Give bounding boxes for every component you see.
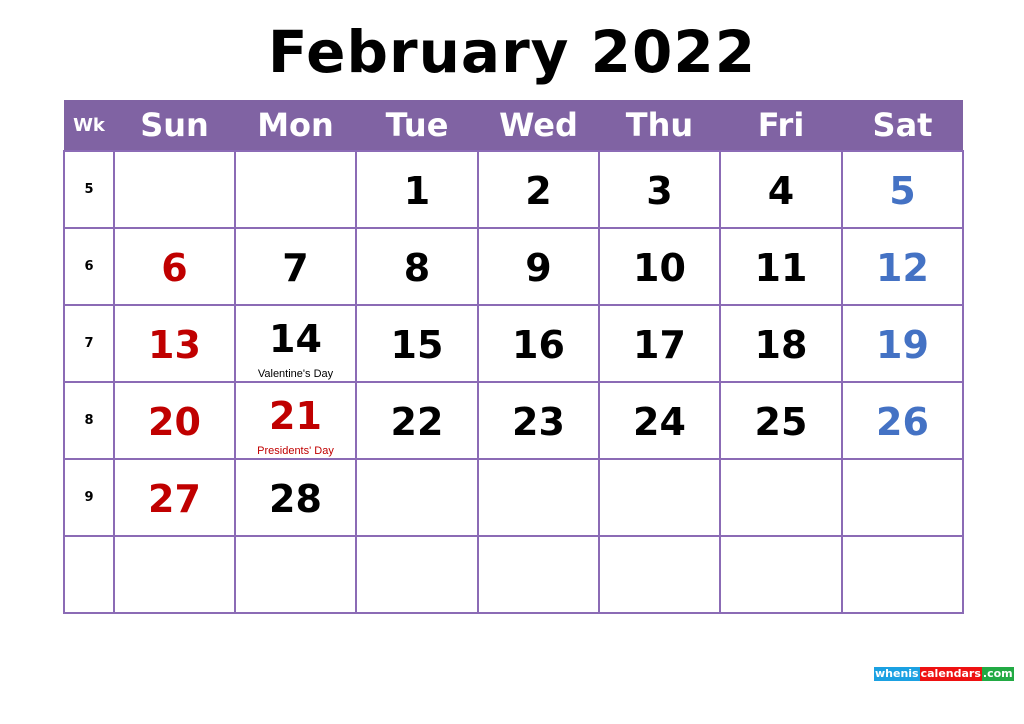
day-number: 3 (646, 169, 673, 213)
day-number: 16 (512, 323, 565, 367)
week-row: 9 27 28 (63, 458, 964, 537)
day-number: 25 (754, 400, 808, 444)
day-number: 21 (269, 394, 322, 438)
day-number: 12 (876, 246, 929, 290)
day-cell[interactable]: 9 (477, 227, 600, 306)
logo-part-calendars: calendars (919, 667, 982, 681)
holiday-label: Valentine's Day (257, 368, 334, 380)
day-cell[interactable]: 25 (719, 381, 843, 460)
day-number: 22 (390, 400, 444, 444)
site-logo[interactable]: whenis calendars .com (874, 667, 1014, 681)
day-cell[interactable]: 18 (719, 304, 843, 383)
week-number: 5 (63, 150, 115, 229)
day-number: 26 (876, 400, 929, 444)
weekday-header-sat: Sat (842, 100, 963, 151)
logo-part-whenis: whenis (874, 667, 920, 681)
day-cell[interactable]: 27 (113, 458, 236, 537)
day-cell[interactable]: 28 (234, 458, 357, 537)
week-row: 5 1 2 3 4 5 (63, 150, 964, 229)
week-number: 6 (63, 227, 115, 306)
week-number: 7 (63, 304, 115, 383)
empty-day-cell (234, 535, 357, 614)
week-number-header: Wk (64, 100, 114, 151)
day-number: 14 (269, 317, 322, 361)
day-cell[interactable]: 8 (355, 227, 479, 306)
day-cell[interactable]: 3 (598, 150, 721, 229)
day-number: 17 (633, 323, 686, 367)
day-cell[interactable]: 7 (234, 227, 357, 306)
day-number: 6 (161, 246, 188, 290)
week-row: 8 20 21 Presidents' Day 22 23 24 25 26 (63, 381, 964, 460)
weekday-header-mon: Mon (235, 100, 356, 151)
holiday-label: Presidents' Day (257, 445, 334, 457)
day-cell[interactable]: 1 (355, 150, 479, 229)
day-cell[interactable]: 16 (477, 304, 600, 383)
day-cell[interactable]: 22 (355, 381, 479, 460)
day-number: 10 (633, 246, 686, 290)
day-cell[interactable]: 21 Presidents' Day (234, 381, 357, 460)
weekday-header-wed: Wed (478, 100, 599, 151)
page-title: February 2022 (267, 18, 757, 86)
day-cell[interactable]: 24 (598, 381, 721, 460)
day-cell[interactable]: 19 (841, 304, 964, 383)
day-number: 5 (889, 169, 916, 213)
day-cell[interactable]: 15 (355, 304, 479, 383)
day-number: 15 (390, 323, 444, 367)
day-cell[interactable]: 2 (477, 150, 600, 229)
empty-day-cell (477, 458, 600, 537)
day-number: 18 (754, 323, 808, 367)
empty-day-cell (113, 535, 236, 614)
week-row: 6 6 7 8 9 10 11 12 (63, 227, 964, 306)
empty-day-cell (841, 458, 964, 537)
empty-day-cell (598, 458, 721, 537)
day-number: 20 (148, 400, 201, 444)
day-number: 27 (148, 477, 201, 521)
week-number (63, 535, 115, 614)
day-number: 4 (767, 169, 795, 213)
day-number: 11 (754, 246, 808, 290)
week-number: 8 (63, 381, 115, 460)
day-cell[interactable]: 26 (841, 381, 964, 460)
day-number: 8 (403, 246, 431, 290)
empty-day-cell (355, 458, 479, 537)
day-number: 23 (512, 400, 565, 444)
day-number: 28 (269, 477, 322, 521)
empty-day-cell (719, 458, 843, 537)
day-cell[interactable]: 20 (113, 381, 236, 460)
day-cell[interactable]: 10 (598, 227, 721, 306)
week-row (63, 535, 964, 614)
day-number: 1 (403, 169, 431, 213)
empty-day-cell (719, 535, 843, 614)
weekday-header-fri: Fri (720, 100, 842, 151)
day-number: 24 (633, 400, 686, 444)
day-cell[interactable]: 4 (719, 150, 843, 229)
day-cell[interactable]: 6 (113, 227, 236, 306)
weekday-header-thu: Thu (599, 100, 720, 151)
day-cell[interactable]: 23 (477, 381, 600, 460)
empty-day-cell (598, 535, 721, 614)
empty-day-cell (355, 535, 479, 614)
day-number: 13 (148, 323, 201, 367)
day-number: 19 (876, 323, 929, 367)
weekday-header-tue: Tue (356, 100, 478, 151)
day-cell[interactable]: 13 (113, 304, 236, 383)
week-row: 7 13 14 Valentine's Day 15 16 17 18 19 (63, 304, 964, 383)
empty-day-cell (234, 150, 357, 229)
day-cell[interactable]: 17 (598, 304, 721, 383)
week-number: 9 (63, 458, 115, 537)
weekday-header-sun: Sun (114, 100, 235, 151)
empty-day-cell (113, 150, 236, 229)
day-cell[interactable]: 5 (841, 150, 964, 229)
empty-day-cell (477, 535, 600, 614)
day-cell[interactable]: 14 Valentine's Day (234, 304, 357, 383)
day-number: 9 (525, 246, 552, 290)
day-number: 2 (525, 169, 552, 213)
calendar-grid: Wk Sun Mon Tue Wed Thu Fri Sat 5 1 2 3 4 5 6 6 7 8 9 10 11 1… (63, 100, 964, 614)
empty-day-cell (841, 535, 964, 614)
logo-part-com: .com (981, 667, 1014, 681)
weekday-header-row: Wk Sun Mon Tue Wed Thu Fri Sat (64, 100, 963, 151)
day-cell[interactable]: 11 (719, 227, 843, 306)
day-number: 7 (282, 246, 309, 290)
day-cell[interactable]: 12 (841, 227, 964, 306)
